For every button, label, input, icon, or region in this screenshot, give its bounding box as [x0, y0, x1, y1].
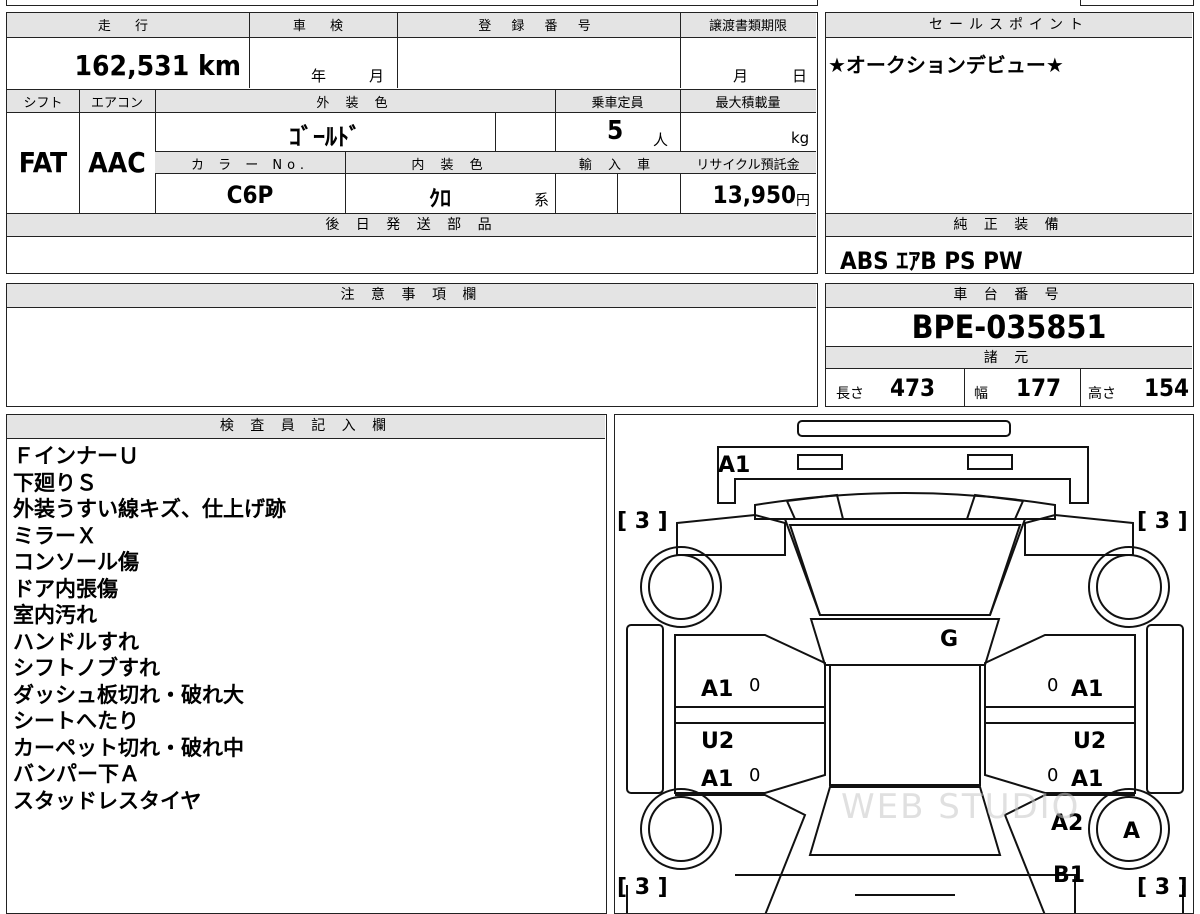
front-bumper-label: A1 [718, 453, 751, 478]
note-line: 下廻りＳ [13, 470, 97, 495]
color-no-header: カ ラ ー No. [191, 158, 309, 173]
right-front-door-label: A1 [1071, 677, 1104, 702]
chassis-number: BPE-035851 [911, 308, 1107, 346]
right-rear-door-zero: 0 [1047, 765, 1059, 786]
note-line: ＦインナーＵ [13, 444, 139, 468]
recycle-unit: 円 [796, 193, 810, 209]
width-label: 幅 [974, 386, 988, 402]
interior-color-value: ｸﾛ [428, 187, 451, 212]
shaken-header: 車 検 [292, 19, 354, 34]
capacity-header: 乗車定員 [591, 96, 644, 111]
top-strip-right [1080, 0, 1194, 6]
width-value: 177 [1016, 374, 1062, 402]
tire-rear-left-label: [ 3 ] [617, 875, 668, 900]
note-line: ダッシュ板切れ・破れ大 [13, 682, 244, 707]
recycle-header: リサイクル預託金 [696, 158, 800, 173]
color-no-value: C6P [226, 181, 274, 209]
left-rear-door-zero: 0 [749, 765, 761, 786]
chassis-header: 車 台 番 号 [826, 284, 1192, 308]
height-value: 154 [1144, 374, 1190, 402]
note-line: コンソール傷 [13, 550, 139, 574]
car-diagram-box: A1 [ 3 ] [ 3 ] [ 3 ] [ 3 ] G A1 0 U2 A1 … [614, 414, 1194, 914]
shaken-year: 年 [311, 67, 327, 85]
inspector-box: 検 査 員 記 入 欄 ＦインナーＵ 下廻りＳ 外装うすい線キズ、仕上げ跡 ミラ… [6, 414, 607, 914]
sales-point-text: ★オークションデビュー★ [828, 53, 1064, 77]
watermark: WEB STUDIO [841, 787, 1081, 827]
sales-point-header: セールスポイント [826, 13, 1192, 38]
chassis-box: 車 台 番 号 BPE-035851 諸 元 長さ 473 幅 177 高さ 1… [825, 283, 1194, 407]
note-line: ハンドルすれ [13, 629, 139, 654]
import-header: 輸 入 車 [578, 158, 657, 173]
note-line: カーペット切れ・破れ中 [13, 735, 244, 760]
vehicle-info-table: 走 行 車 検 登 録 番 号 譲渡書類期限 162,531 km 年 月 月 … [6, 12, 818, 274]
height-label: 高さ [1088, 386, 1116, 402]
right-rear-wheel-label: A [1123, 819, 1141, 844]
left-front-door-label: A1 [701, 677, 734, 702]
transfer-day: 日 [792, 67, 808, 85]
note-line: ドア内張傷 [13, 576, 118, 601]
left-rear-upper-label: U2 [701, 729, 735, 754]
capacity-value: 5 [607, 116, 624, 146]
aircon-value: AAC [88, 146, 146, 179]
length-value: 473 [890, 374, 936, 402]
mileage-header: 走 行 [97, 19, 159, 34]
aircon-header: エアコン [90, 96, 143, 111]
top-strip-cell [6, 0, 818, 6]
shaken-month: 月 [369, 67, 385, 85]
length-label: 長さ [836, 386, 864, 402]
caution-box: 注 意 事 項 欄 [6, 283, 818, 407]
later-parts-header: 後 日 発 送 部 品 [7, 214, 816, 237]
tire-front-left-label: [ 3 ] [617, 509, 668, 534]
inspector-header: 検 査 員 記 入 欄 [7, 415, 605, 439]
interior-suffix: 系 [534, 191, 550, 209]
genuine-header: 純 正 装 備 [826, 214, 1192, 237]
right-rear-upper-label: U2 [1073, 729, 1107, 754]
shift-value: FAT [18, 146, 68, 179]
genuine-items: ABS ｴｱB PS PW [840, 247, 1023, 275]
caution-header: 注 意 事 項 欄 [7, 284, 816, 308]
tire-rear-right-label: [ 3 ] [1137, 875, 1188, 900]
transfer-month: 月 [733, 67, 749, 85]
rear-right-label: B1 [1053, 863, 1086, 888]
left-front-door-zero: 0 [749, 675, 761, 696]
note-line: バンパー下Ａ [13, 762, 141, 786]
max-load-unit: kg [791, 129, 810, 147]
note-line: シートへたり [13, 709, 139, 733]
recycle-fee-value: 13,950 [712, 181, 796, 209]
note-line: スタッドレスタイヤ [13, 788, 202, 813]
note-line: ミラーＸ [13, 523, 97, 548]
mileage-value: 162,531 km [74, 49, 242, 82]
exterior-color-header: 外 装 色 [316, 96, 394, 111]
interior-color-header: 内 装 色 [411, 158, 489, 173]
left-rear-door-label: A1 [701, 767, 734, 792]
note-line: 外装うすい線キズ、仕上げ跡 [13, 497, 286, 521]
right-front-door-zero: 0 [1047, 675, 1059, 696]
transfer-deadline-header: 譲渡書類期限 [708, 19, 787, 34]
car-outline [626, 420, 1184, 913]
note-line: シフトノブすれ [13, 656, 160, 680]
dims-header: 諸 元 [826, 347, 1192, 369]
shift-header: シフト [23, 96, 63, 111]
exterior-color-value: ｺﾞｰﾙﾄﾞ [289, 123, 361, 151]
capacity-unit: 人 [653, 131, 669, 149]
inspector-notes: ＦインナーＵ 下廻りＳ 外装うすい線キズ、仕上げ跡 ミラーＸ コンソール傷 ドア… [13, 443, 286, 814]
registration-header: 登 録 番 号 [478, 19, 599, 34]
note-line: 室内汚れ [13, 603, 97, 627]
windshield-label: G [940, 627, 959, 652]
tire-front-right-label: [ 3 ] [1137, 509, 1188, 534]
max-load-header: 最大積載量 [715, 96, 781, 111]
sales-point-box: セールスポイント ★オークションデビュー★ 純 正 装 備 ABS ｴｱB PS… [825, 12, 1194, 275]
